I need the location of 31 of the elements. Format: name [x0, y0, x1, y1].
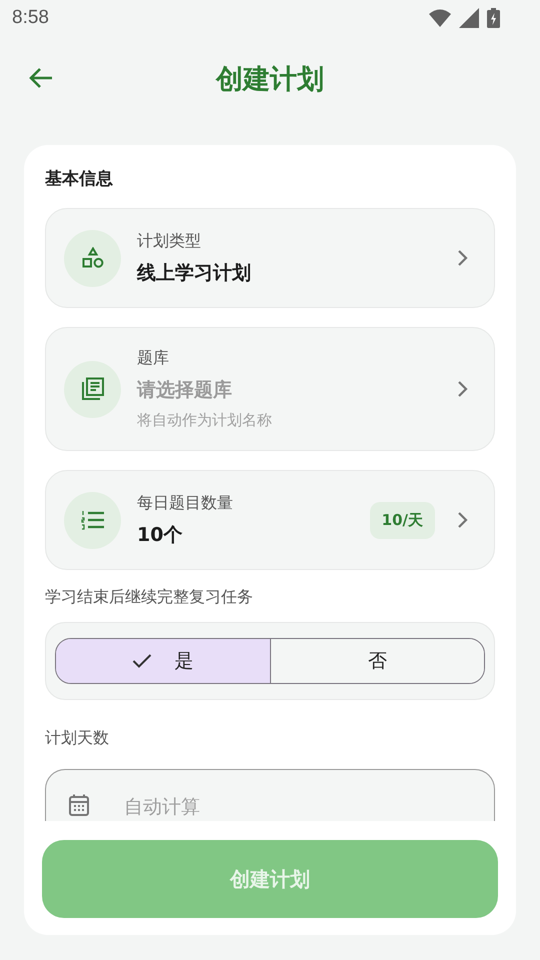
- signal-icon: [459, 8, 479, 28]
- setting-row[interactable]: 每日题目数量 10个 10/天: [45, 470, 495, 570]
- section-title: 基本信息: [45, 168, 114, 190]
- numbered-list-icon: [80, 510, 104, 530]
- chevron-right-icon: [457, 380, 468, 398]
- check-icon: [132, 653, 152, 669]
- back-button[interactable]: [28, 66, 54, 90]
- segment-option[interactable]: 否: [270, 639, 484, 683]
- segment-option[interactable]: 是: [56, 639, 270, 683]
- row-label: 题库: [137, 348, 170, 369]
- chevron-right-icon: [457, 249, 468, 267]
- review-label: 学习结束后继续完整复习任务: [45, 587, 254, 608]
- setting-row[interactable]: 计划类型 线上学习计划: [45, 208, 495, 308]
- row-value: 10个: [137, 522, 184, 548]
- wifi-icon: [429, 9, 451, 27]
- row-label: 每日题目数量: [137, 492, 234, 514]
- status-time: 8:58: [12, 7, 49, 29]
- document-stack-icon: [80, 377, 104, 401]
- days-field[interactable]: 自动计算: [45, 769, 495, 821]
- page-title: 创建计划: [216, 63, 324, 97]
- setting-row[interactable]: 题库 请选择题库 将自动作为计划名称: [45, 327, 495, 451]
- back-arrow-icon: [28, 66, 54, 90]
- daily-count-badge: 10/天: [370, 502, 435, 538]
- row-placeholder: 请选择题库: [137, 378, 233, 403]
- row-hint: 将自动作为计划名称: [137, 411, 273, 430]
- battery-icon: [487, 8, 500, 28]
- shapes-icon: [82, 247, 104, 269]
- row-value: 线上学习计划: [137, 260, 252, 286]
- days-label: 计划天数: [45, 728, 110, 749]
- row-label: 计划类型: [137, 230, 202, 252]
- chevron-right-icon: [457, 511, 468, 529]
